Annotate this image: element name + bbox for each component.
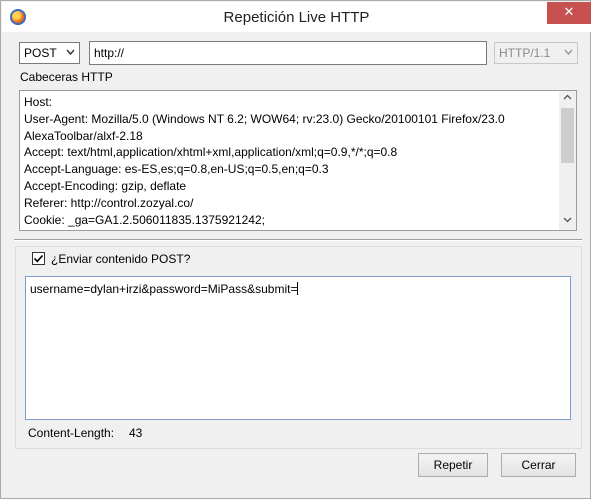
scroll-thumb[interactable] bbox=[561, 108, 574, 163]
chevron-down-icon bbox=[564, 45, 573, 62]
header-line: AlexaToolbar/alxf-2.18 bbox=[24, 128, 143, 143]
header-line: Accept-Language: es-ES,es;q=0.8,en-US;q=… bbox=[24, 162, 329, 177]
text-cursor bbox=[297, 282, 299, 295]
header-line: User-Agent: Mozilla/5.0 (Windows NT 6.2;… bbox=[24, 111, 505, 126]
url-input[interactable] bbox=[89, 41, 487, 65]
header-line: Host: bbox=[24, 95, 53, 109]
close-window-button[interactable]: ✕ bbox=[547, 2, 591, 24]
arrow-down-icon[interactable] bbox=[559, 213, 576, 230]
content-length-label: Content-Length: bbox=[28, 426, 115, 440]
chevron-down-icon bbox=[66, 45, 75, 62]
background-strip bbox=[591, 0, 601, 501]
close-button[interactable]: Cerrar bbox=[501, 453, 576, 477]
content-length-value: 43 bbox=[129, 426, 143, 440]
header-line: Accept: text/html,application/xhtml+xml,… bbox=[24, 145, 398, 160]
title-bar[interactable]: Repetición Live HTTP ✕ bbox=[2, 2, 591, 32]
post-checkbox-label[interactable]: ¿Enviar contenido POST? bbox=[51, 252, 190, 266]
window-title: Repetición Live HTTP bbox=[223, 9, 370, 26]
header-line: Cookie: _ga=GA1.2.506011835.1375921242; bbox=[24, 212, 265, 227]
separator bbox=[14, 239, 582, 241]
headers-scrollbar[interactable] bbox=[559, 91, 576, 230]
method-select[interactable]: POST bbox=[19, 42, 80, 64]
headers-label: Cabeceras HTTP bbox=[20, 70, 113, 84]
post-body-textarea[interactable]: username=dylan+irzi&password=MiPass&subm… bbox=[25, 276, 571, 420]
http-version-value: HTTP/1.1 bbox=[499, 46, 551, 60]
repeat-button[interactable]: Repetir bbox=[418, 453, 488, 477]
header-line: Accept-Encoding: gzip, deflate bbox=[24, 178, 187, 193]
method-value: POST bbox=[24, 46, 57, 60]
http-version-select[interactable]: HTTP/1.1 bbox=[494, 42, 578, 64]
post-body-text: username=dylan+irzi&password=MiPass&subm… bbox=[30, 282, 298, 296]
headers-textarea[interactable]: Host: User-Agent: Mozilla/5.0 (Windows N… bbox=[19, 90, 577, 231]
arrow-up-icon[interactable] bbox=[559, 91, 576, 108]
post-checkbox[interactable] bbox=[32, 252, 45, 265]
header-line: Referer: http://control.zozyal.co/ bbox=[24, 195, 194, 210]
